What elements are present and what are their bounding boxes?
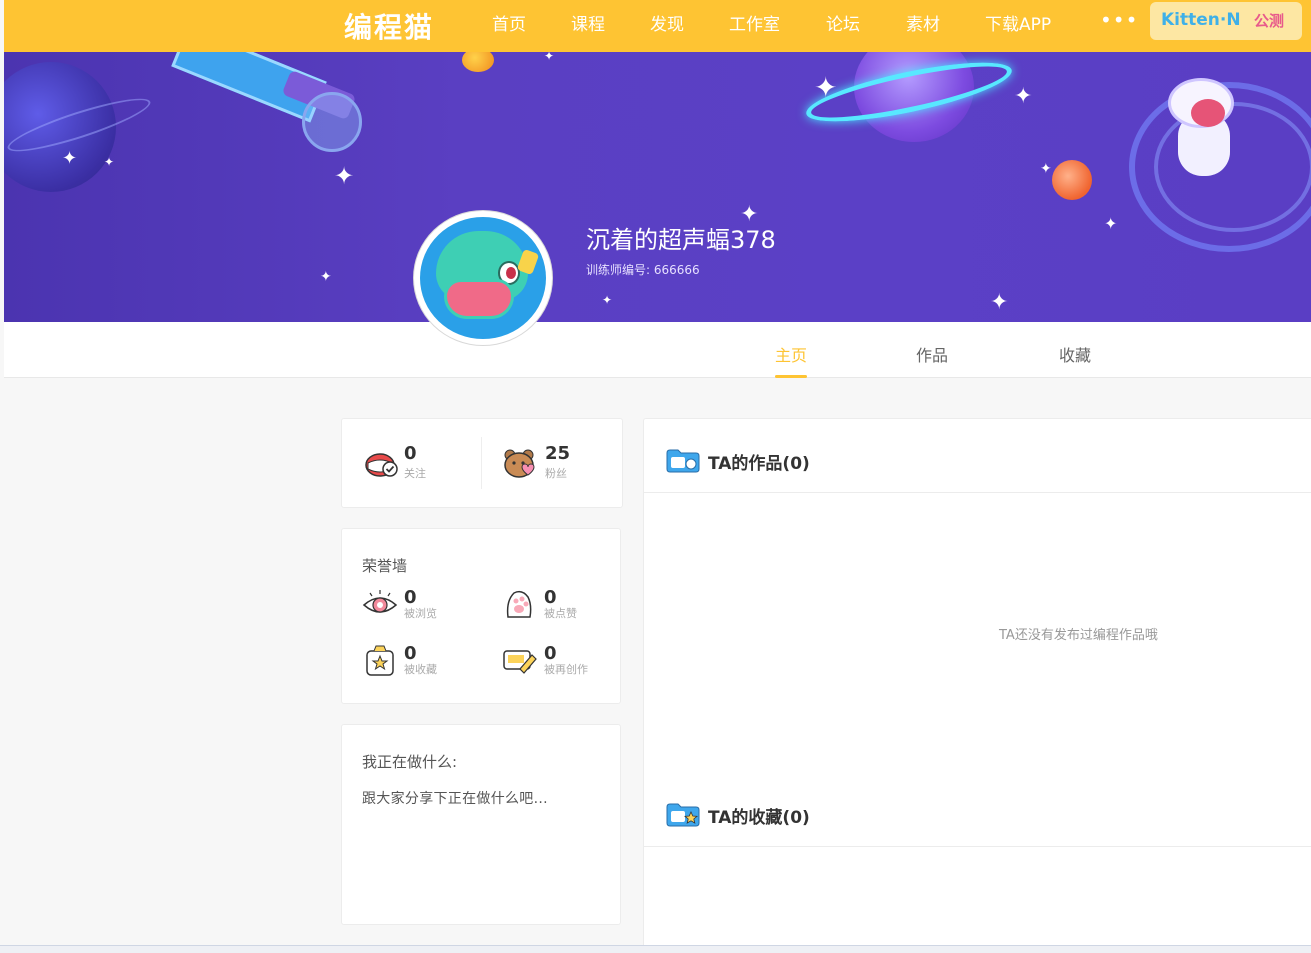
avatar-image xyxy=(420,217,546,339)
avatar[interactable] xyxy=(414,211,552,345)
star-icon: ✦ xyxy=(602,293,613,307)
status-text[interactable]: 跟大家分享下正在做什么吧... xyxy=(362,788,548,808)
fans-icon xyxy=(504,449,535,478)
stat-divider xyxy=(481,437,482,489)
star-icon: ✦ xyxy=(1014,84,1033,109)
nav-item-materials[interactable]: 素材 xyxy=(906,10,940,35)
active-tab-indicator xyxy=(775,375,807,378)
works-folder-icon xyxy=(666,449,700,473)
astronaut-helmet xyxy=(1168,78,1234,128)
collections-title: TA的收藏(0) xyxy=(708,808,810,828)
astronaut-face xyxy=(1191,99,1225,127)
collections-section-header: TA的收藏(0) xyxy=(644,773,1311,847)
star-icon: ✦ xyxy=(990,290,1009,315)
top-nav-bar: 编程猫 首页 课程 发现 工作室 论坛 素材 下载APP ••• Kitten·… xyxy=(4,0,1311,52)
kitten-n-label: Kitten·N xyxy=(1161,10,1241,30)
favorites-label: 被收藏 xyxy=(404,663,437,676)
astronaut-illustration xyxy=(1164,72,1244,192)
nav-item-discover[interactable]: 发现 xyxy=(650,10,684,35)
profile-username: 沉着的超声蝠378 xyxy=(586,226,776,254)
works-panel: TA的作品(0) TA还没有发布过编程作品哦 TA的收藏(0) xyxy=(643,418,1311,948)
more-menu-icon[interactable]: ••• xyxy=(1100,8,1138,32)
orange-planet-illustration xyxy=(1052,160,1092,200)
works-empty-message: TA还没有发布过编程作品哦 xyxy=(999,628,1158,643)
status-card: 我正在做什么: 跟大家分享下正在做什么吧... xyxy=(341,724,621,925)
star-icon: ✦ xyxy=(62,148,78,169)
eye-icon xyxy=(362,590,398,613)
fans-label: 粉丝 xyxy=(545,467,567,480)
following-icon xyxy=(365,453,398,477)
star-icon: ✦ xyxy=(544,52,555,63)
fans-count: 25 xyxy=(545,443,571,464)
small-planet-illustration xyxy=(462,52,494,72)
nav-item-forum[interactable]: 论坛 xyxy=(826,10,860,35)
beta-tag: 公测 xyxy=(1254,12,1285,30)
kitten-n-button[interactable]: Kitten·N 公测 xyxy=(1150,2,1302,40)
following-label: 关注 xyxy=(404,467,426,480)
star-icon: ✦ xyxy=(334,162,355,190)
window-bottom-edge xyxy=(0,945,1311,953)
following-count: 0 xyxy=(404,443,417,464)
tab-works[interactable]: 作品 xyxy=(916,342,948,366)
profile-banner: ✦ ✦ ✦ ✦ ✦ ✦ ✦ ✦ ✦ ✦ ✦ ✦ xyxy=(4,52,1311,322)
tab-home[interactable]: 主页 xyxy=(775,342,807,366)
honor-wall-card: 荣誉墙 0 被浏览 0 被点赞 0 被收藏 0 被再创作 xyxy=(341,528,621,704)
remix-label: 被再创作 xyxy=(544,663,588,676)
likes-label: 被点赞 xyxy=(544,607,577,620)
follow-stats-card: 0 关注 25 粉丝 xyxy=(341,418,623,508)
site-logo[interactable]: 编程猫 xyxy=(344,6,434,46)
views-label: 被浏览 xyxy=(404,607,437,620)
paw-icon xyxy=(506,590,532,618)
dino-mouth xyxy=(444,279,514,319)
collections-folder-icon xyxy=(666,803,700,827)
satellite-dish xyxy=(302,92,362,152)
star-icon: ✦ xyxy=(104,155,115,169)
profile-tabs: 主页 作品 收藏 xyxy=(4,322,1311,378)
nav-item-home[interactable]: 首页 xyxy=(492,10,526,35)
star-icon: ✦ xyxy=(320,269,332,285)
nav-item-studio[interactable]: 工作室 xyxy=(729,10,780,35)
star-box-icon xyxy=(366,645,394,676)
star-icon: ✦ xyxy=(814,71,838,104)
nav-item-courses[interactable]: 课程 xyxy=(571,10,605,35)
satellite-illustration xyxy=(171,52,394,152)
status-title: 我正在做什么: xyxy=(362,753,458,771)
works-title: TA的作品(0) xyxy=(708,454,810,474)
profile-trainer-id: 训练师编号: 666666 xyxy=(586,263,700,277)
works-section-header: TA的作品(0) xyxy=(644,419,1311,493)
nav-item-download-app[interactable]: 下载APP xyxy=(985,10,1051,35)
tab-favorites[interactable]: 收藏 xyxy=(1059,342,1091,366)
dino-pupil xyxy=(506,267,516,279)
star-icon: ✦ xyxy=(1104,214,1118,233)
star-icon: ✦ xyxy=(1040,161,1052,177)
honor-wall-title: 荣誉墙 xyxy=(362,557,408,575)
edit-card-icon xyxy=(503,650,537,674)
